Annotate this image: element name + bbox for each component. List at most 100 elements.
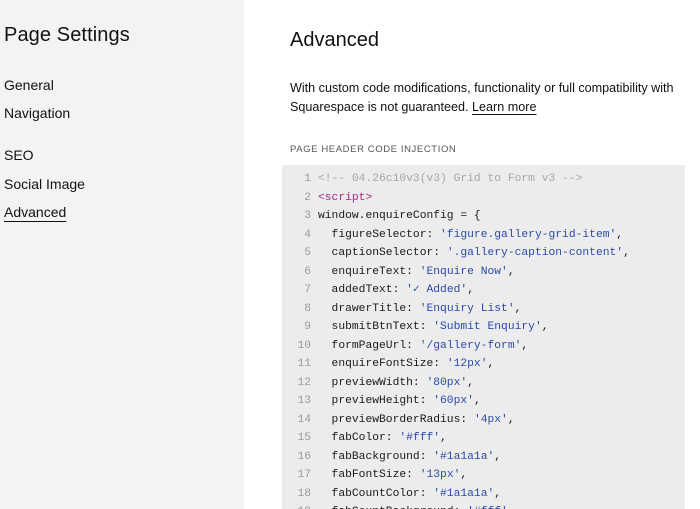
code-token: captionSelector: [318, 247, 447, 259]
line-number: 7 [304, 284, 311, 296]
code-line[interactable]: 14 previewBorderRadius: '4px', [282, 411, 685, 430]
code-text: fabFontSize: '13px', [318, 466, 468, 485]
code-text: formPageUrl: '/gallery-form', [318, 337, 529, 356]
code-token: fabBackground: [318, 450, 434, 463]
page-title: Advanced [290, 29, 379, 51]
code-token: '#1a1a1a' [433, 487, 495, 500]
line-number: 4 [304, 228, 311, 241]
code-token: 'Submit Enquiry' [433, 321, 542, 333]
line-number: 15 [297, 432, 311, 444]
code-line[interactable]: 1 <!-- 04.26c10v3(v3) Grid to Form v3 --> [282, 170, 685, 189]
code-token: , [616, 228, 624, 241]
advanced-description: With custom code modifications, function… [290, 79, 690, 116]
code-line[interactable]: 10 formPageUrl: '/gallery-form', [282, 337, 685, 356]
code-token: previewWidth: [318, 376, 427, 389]
code-token: enquireFontSize: [318, 358, 447, 370]
code-text: drawerTitle: 'Enquiry List', [318, 300, 522, 319]
sidebar-item-navigation[interactable]: Navigation [4, 105, 70, 121]
code-token: <script> [318, 191, 373, 204]
code-text: fabColor: '#fff', [318, 429, 447, 448]
code-token: '12px' [446, 358, 488, 370]
code-token: , [541, 321, 549, 333]
code-token: , [521, 339, 529, 352]
sidebar-item-general[interactable]: General [4, 77, 54, 93]
code-line[interactable]: 17 fabFontSize: '13px', [282, 466, 685, 485]
code-line[interactable]: 13 previewHeight: '60px', [282, 392, 685, 411]
line-number: 16 [297, 450, 311, 463]
code-token: fabFontSize: [318, 469, 420, 481]
code-text: previewWidth: '80px', [318, 374, 474, 393]
code-text: captionSelector: '.gallery-caption-conte… [318, 244, 630, 263]
code-token: , [460, 469, 468, 481]
code-token: 'Enquiry List' [419, 302, 515, 315]
code-line[interactable]: 15 fabColor: '#fff', [282, 429, 685, 448]
code-text: enquireText: 'Enquire Now', [318, 263, 515, 282]
code-token: formPageUrl: [318, 339, 420, 352]
sidebar: Page Settings General Navigation SEO Soc… [0, 0, 244, 509]
code-token: , [507, 413, 515, 426]
code-text: submitBtnText: 'Submit Enquiry', [318, 318, 549, 337]
code-token: fabColor: [318, 432, 400, 444]
code-text: figureSelector: 'figure.gallery-grid-ite… [318, 226, 624, 245]
code-line[interactable]: 5 captionSelector: '.gallery-caption-con… [282, 244, 685, 263]
sidebar-title: Page Settings [4, 24, 130, 46]
code-token: '4px' [473, 413, 508, 426]
code-line[interactable]: 6 enquireText: 'Enquire Now', [282, 263, 685, 282]
code-editor[interactable]: 1 <!-- 04.26c10v3(v3) Grid to Form v3 -->… [282, 165, 685, 509]
code-token: addedText: [318, 284, 407, 296]
code-token: , [494, 450, 502, 463]
code-token: '/gallery-form' [419, 339, 522, 352]
line-number: 12 [297, 376, 311, 389]
line-number: 14 [297, 413, 311, 426]
code-token: , [467, 284, 474, 296]
line-number: 10 [297, 339, 311, 352]
code-text: fabCountColor: '#1a1a1a', [318, 485, 502, 504]
code-text: previewHeight: '60px', [318, 392, 481, 411]
line-number: 9 [304, 321, 311, 333]
code-token: '13px' [419, 469, 461, 481]
code-text: fabCountBackground: '#fff', [318, 503, 515, 509]
code-line[interactable]: 7 addedText: '✓ Added', [282, 281, 685, 300]
code-token: previewHeight: [318, 395, 434, 407]
code-text: previewBorderRadius: '4px', [318, 411, 515, 430]
code-token: 'Enquire Now' [419, 265, 508, 278]
code-line[interactable]: 4 figureSelector: 'figure.gallery-grid-i… [282, 226, 685, 245]
code-token: , [623, 247, 630, 259]
header-injection-label: PAGE HEADER CODE INJECTION [290, 144, 457, 155]
code-line[interactable]: 2 <script> [282, 189, 685, 208]
line-number: 5 [304, 247, 311, 259]
code-token: window.enquireConfig = { [318, 210, 481, 222]
line-number: 13 [297, 395, 311, 407]
code-token: '#fff' [399, 432, 441, 444]
line-number: 3 [304, 210, 311, 222]
code-line[interactable]: 11 enquireFontSize: '12px', [282, 355, 685, 374]
code-line[interactable]: 8 drawerTitle: 'Enquiry List', [282, 300, 685, 319]
code-line[interactable]: 19 fabCountBackground: '#fff', [282, 503, 685, 509]
line-number: 17 [297, 469, 311, 481]
code-token: , [514, 302, 522, 315]
code-token: enquireText: [318, 265, 420, 278]
code-text: fabBackground: '#1a1a1a', [318, 448, 502, 467]
code-token: submitBtnText: [318, 321, 434, 333]
code-line[interactable]: 16 fabBackground: '#1a1a1a', [282, 448, 685, 467]
learn-more-link[interactable]: Learn more [472, 100, 536, 114]
line-number: 2 [304, 191, 311, 204]
sidebar-item-social-image[interactable]: Social Image [4, 176, 85, 192]
sidebar-item-seo[interactable]: SEO [4, 147, 34, 163]
code-line[interactable]: 12 previewWidth: '80px', [282, 374, 685, 393]
code-token: '✓ Added' [406, 284, 468, 296]
code-line[interactable]: 9 submitBtnText: 'Submit Enquiry', [282, 318, 685, 337]
code-line[interactable]: 18 fabCountColor: '#1a1a1a', [282, 485, 685, 504]
code-token: , [440, 432, 447, 444]
code-token: '80px' [426, 376, 468, 389]
code-token: fabCountColor: [318, 487, 434, 500]
code-token: , [487, 358, 495, 370]
line-number: 1 [304, 173, 311, 185]
code-token: '60px' [433, 395, 474, 407]
main-panel: Advanced With custom code modifications,… [244, 0, 700, 509]
code-line[interactable]: 3 window.enquireConfig = { [282, 207, 685, 226]
code-text: <script> [318, 189, 372, 208]
code-token: '.gallery-caption-content' [446, 247, 624, 259]
sidebar-item-advanced[interactable]: Advanced [4, 204, 66, 220]
code-token: , [494, 487, 502, 500]
